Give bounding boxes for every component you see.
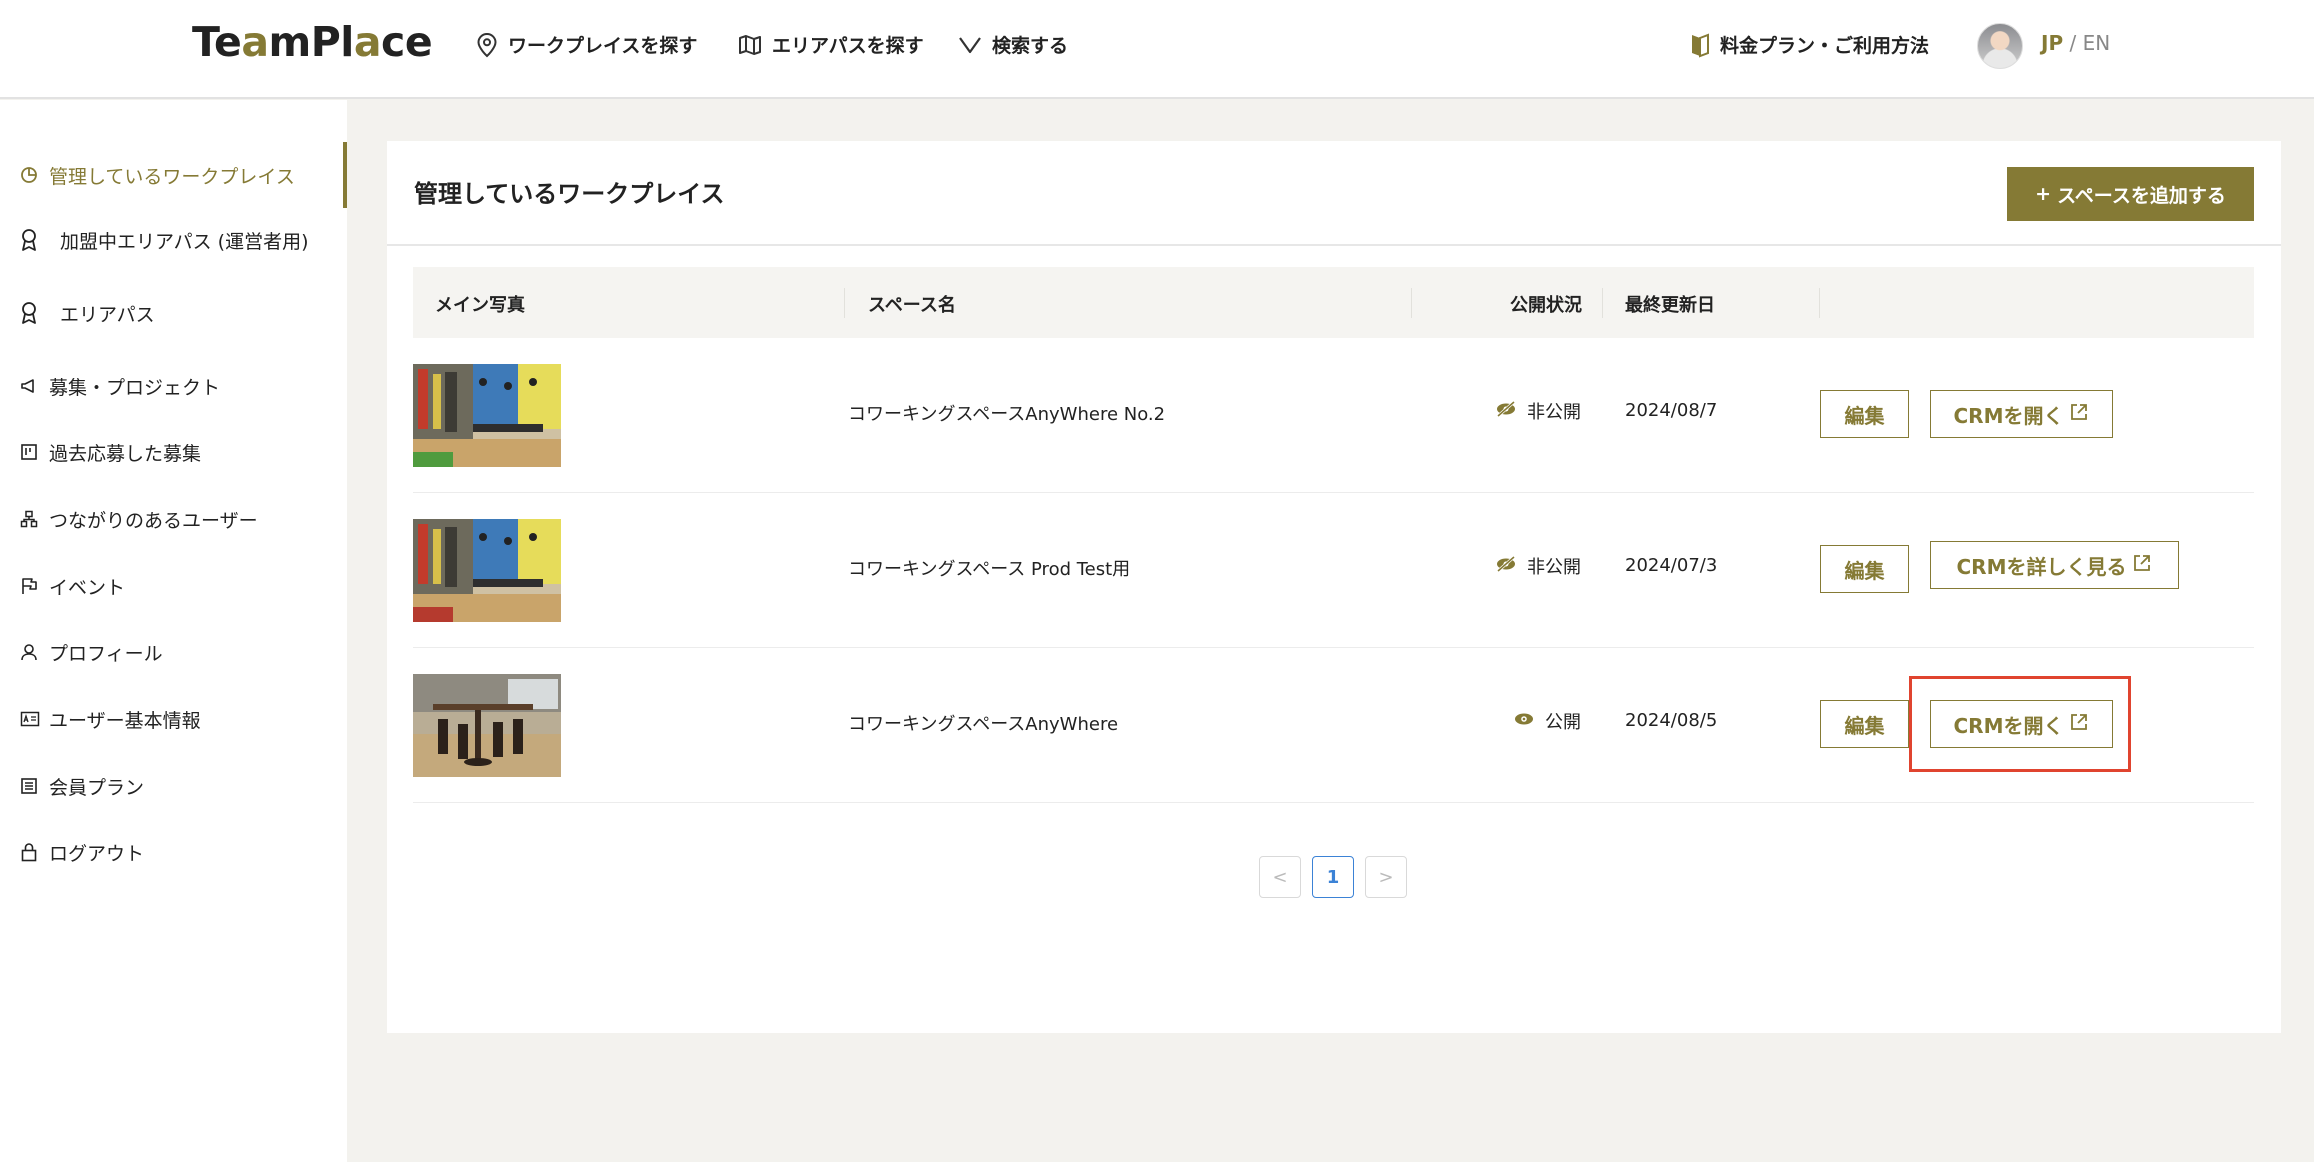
map-pin-icon <box>476 32 498 58</box>
table-row: コワーキングスペース Prod Test用 非公開 2024/07/3 編集 C… <box>413 493 2254 648</box>
sidebar-item-past-applications[interactable]: 過去応募した募集 <box>0 432 347 472</box>
column-last-updated: 最終更新日 <box>1625 295 1715 316</box>
card-divider <box>387 244 2281 246</box>
plus-icon: + <box>2035 183 2052 205</box>
teamplace-logo[interactable]: TeamPlace <box>192 18 433 66</box>
award-icon <box>20 301 38 325</box>
add-space-button[interactable]: + スペースを追加する <box>2007 167 2254 221</box>
top-header: TeamPlace ワークプレイスを探す エリアパスを探す 検索する 料金プラン… <box>0 0 2314 99</box>
external-link-icon <box>2069 712 2089 737</box>
language-switch: JP / EN <box>2041 31 2111 55</box>
column-space-name: スペース名 <box>868 295 956 316</box>
last-updated-date: 2024/07/3 <box>1625 555 1718 576</box>
status-badge: 公開 <box>1513 708 1581 734</box>
view-crm-details-button[interactable]: CRMを詳しく見る <box>1930 541 2179 589</box>
sidebar-item-membership-plan[interactable]: 会員プラン <box>0 766 347 806</box>
table-row: コワーキングスペースAnyWhere 公開 2024/08/5 編集 CRMを開… <box>413 648 2254 803</box>
status-badge: 非公開 <box>1495 398 1581 424</box>
nav-find-area-pass[interactable]: エリアパスを探す <box>738 31 924 58</box>
sidebar-item-connected-users[interactable]: つながりのあるユーザー <box>0 499 347 539</box>
flag-icon <box>20 577 38 595</box>
sidebar: 管理しているワークプレイス 加盟中エリアパス (運営者用) エリアパス 募集・プ… <box>0 100 347 1162</box>
id-card-icon <box>20 711 40 727</box>
managed-workplaces-card: 管理しているワークプレイス + スペースを追加する メイン写真 スペース名 公開… <box>387 141 2281 1033</box>
space-name: コワーキングスペース Prod Test用 <box>848 559 1131 580</box>
user-avatar[interactable] <box>1977 23 2023 69</box>
space-photo[interactable] <box>413 519 561 622</box>
space-name: コワーキングスペースAnyWhere <box>848 714 1119 735</box>
table-row: コワーキングスペースAnyWhere No.2 非公開 2024/08/7 編集… <box>413 338 2254 493</box>
column-separator <box>1819 288 1820 318</box>
open-crm-button[interactable]: CRMを開く <box>1930 700 2113 748</box>
last-updated-date: 2024/08/5 <box>1625 710 1718 731</box>
column-separator <box>1602 288 1603 318</box>
board-icon <box>20 443 38 461</box>
sidebar-item-events[interactable]: イベント <box>0 566 347 606</box>
column-main-photo: メイン写真 <box>435 295 525 316</box>
column-separator <box>1411 288 1412 318</box>
space-photo[interactable] <box>413 674 561 777</box>
eye-icon <box>1513 711 1535 732</box>
column-separator <box>844 288 845 318</box>
sidebar-item-logout[interactable]: ログアウト <box>0 832 347 872</box>
status-badge: 非公開 <box>1495 553 1581 579</box>
lang-en[interactable]: EN <box>2083 31 2111 55</box>
sidebar-item-recruitment[interactable]: 募集・プロジェクト <box>0 366 347 406</box>
eye-off-icon <box>1495 400 1517 422</box>
pagination-prev[interactable]: < <box>1259 856 1301 898</box>
book-icon <box>1690 32 1710 58</box>
lock-icon <box>20 842 38 862</box>
map-icon <box>738 33 762 57</box>
space-photo[interactable] <box>413 364 561 467</box>
edit-button[interactable]: 編集 <box>1820 390 1909 438</box>
sidebar-item-user-info[interactable]: ユーザー基本情報 <box>0 699 347 739</box>
external-link-icon <box>2069 402 2089 427</box>
external-link-icon <box>2132 553 2152 578</box>
edit-button[interactable]: 編集 <box>1820 700 1909 748</box>
nav-pricing[interactable]: 料金プラン・ご利用方法 <box>1690 31 1929 58</box>
pie-chart-icon <box>20 166 38 184</box>
user-icon <box>20 643 38 661</box>
table-header: メイン写真 スペース名 公開状況 最終更新日 <box>413 267 2254 338</box>
pagination-page-1[interactable]: 1 <box>1312 856 1354 898</box>
eye-off-icon <box>1495 555 1517 577</box>
sidebar-item-managed-workplaces[interactable]: 管理しているワークプレイス <box>0 142 347 208</box>
lang-jp[interactable]: JP <box>2041 31 2063 55</box>
last-updated-date: 2024/08/7 <box>1625 400 1718 421</box>
column-status: 公開状況 <box>1510 295 1582 316</box>
chevron-down-icon <box>958 34 982 56</box>
nav-search[interactable]: 検索する <box>958 31 1068 58</box>
pagination-next[interactable]: > <box>1365 856 1407 898</box>
award-icon <box>20 228 38 252</box>
space-name: コワーキングスペースAnyWhere No.2 <box>848 404 1166 425</box>
network-icon <box>20 510 38 528</box>
megaphone-icon <box>20 377 38 395</box>
page-title: 管理しているワークプレイス <box>414 180 725 208</box>
edit-button[interactable]: 編集 <box>1820 545 1909 593</box>
sidebar-item-member-area-pass[interactable]: 加盟中エリアパス (運営者用) <box>0 220 347 260</box>
sidebar-item-profile[interactable]: プロフィール <box>0 632 347 672</box>
list-icon <box>20 777 38 795</box>
open-crm-button[interactable]: CRMを開く <box>1930 390 2113 438</box>
nav-find-workplace[interactable]: ワークプレイスを探す <box>476 31 697 58</box>
sidebar-item-area-pass[interactable]: エリアパス <box>0 293 347 333</box>
